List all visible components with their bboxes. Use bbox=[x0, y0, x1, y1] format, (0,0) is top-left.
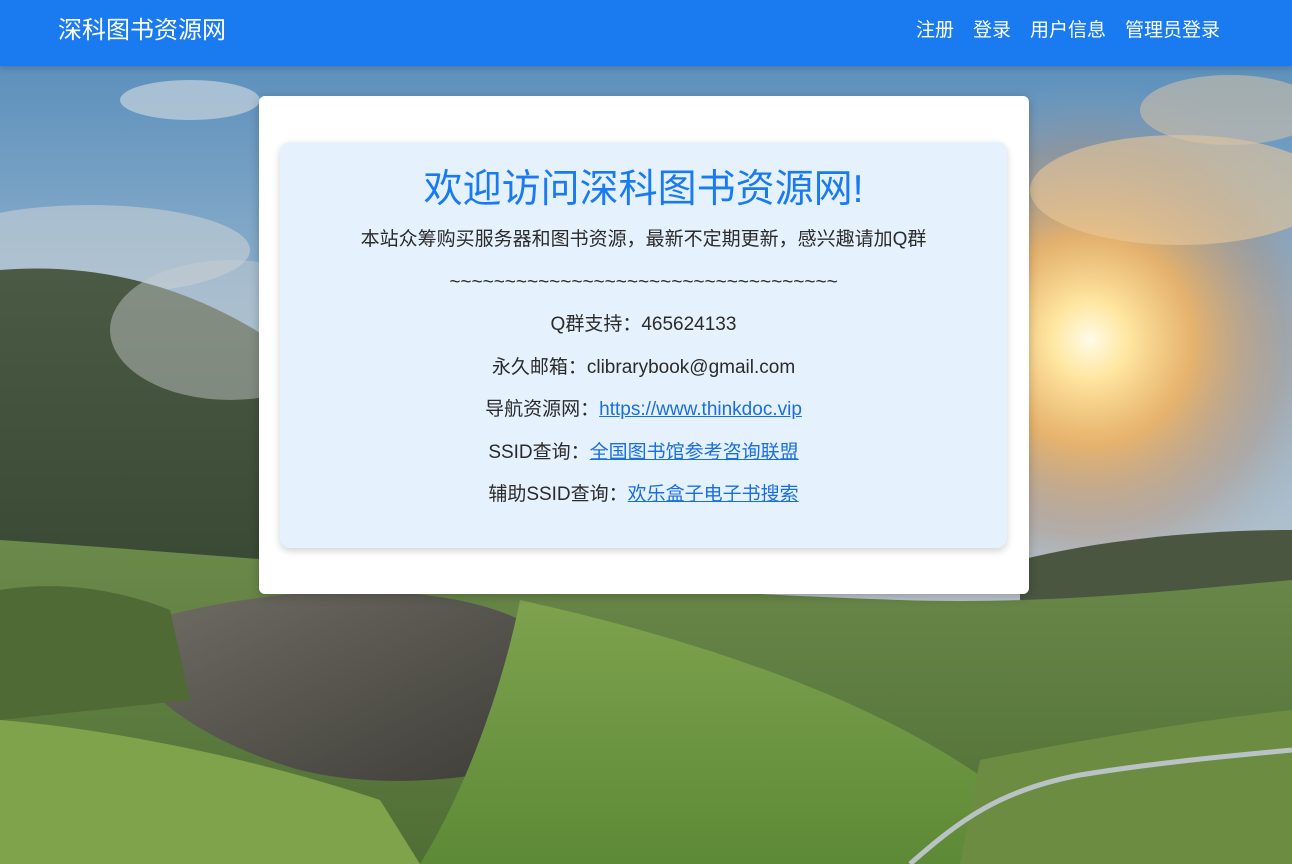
qq-group-line: Q群支持：465624133 bbox=[280, 311, 1007, 339]
main-card: 欢迎访问深科图书资源网! 本站众筹购买服务器和图书资源，最新不定期更新，感兴趣请… bbox=[259, 96, 1029, 594]
nav-site-label: 导航资源网： bbox=[485, 399, 600, 420]
qq-group-label: Q群支持： bbox=[550, 314, 642, 335]
qq-group-value: 465624133 bbox=[641, 314, 737, 335]
navbar: 深科图书资源网 注册 登录 用户信息 管理员登录 bbox=[0, 0, 1292, 66]
email-label: 永久邮箱： bbox=[491, 357, 587, 378]
email-value: clibrarybook@gmail.com bbox=[586, 357, 796, 378]
ssid-aux-label: 辅助SSID查询： bbox=[488, 484, 628, 505]
separator-text: ~~~~~~~~~~~~~~~~~~~~~~~~~~~~~~~~~~~ bbox=[449, 272, 838, 293]
nav-links: 注册 登录 用户信息 管理员登录 bbox=[916, 16, 1220, 46]
welcome-heading: 欢迎访问深科图书资源网! bbox=[423, 168, 864, 211]
nav-site-link[interactable]: https://www.thinkdoc.vip bbox=[599, 399, 802, 420]
ssid-query-link[interactable]: 全国图书馆参考咨询联盟 bbox=[590, 442, 799, 463]
nav-register-link[interactable]: 注册 bbox=[916, 16, 954, 46]
nav-site-line: 导航资源网：https://www.thinkdoc.vip bbox=[280, 396, 1007, 424]
email-line: 永久邮箱：clibrarybook@gmail.com bbox=[280, 354, 1007, 382]
nav-admin-login-link[interactable]: 管理员登录 bbox=[1125, 16, 1220, 46]
brand-link[interactable]: 深科图书资源网 bbox=[58, 15, 226, 47]
ssid-line: SSID查询：全国图书馆参考咨询联盟 bbox=[280, 439, 1007, 467]
ssid-label: SSID查询： bbox=[488, 442, 590, 463]
ssid-aux-link[interactable]: 欢乐盒子电子书搜索 bbox=[628, 484, 799, 505]
welcome-jumbotron: 欢迎访问深科图书资源网! 本站众筹购买服务器和图书资源，最新不定期更新，感兴趣请… bbox=[280, 142, 1007, 548]
nav-user-info-link[interactable]: 用户信息 bbox=[1030, 16, 1106, 46]
page: 深科图书资源网 注册 登录 用户信息 管理员登录 欢迎访问深科图书资源网! 本站… bbox=[0, 0, 1292, 864]
nav-login-link[interactable]: 登录 bbox=[973, 16, 1011, 46]
ssid-aux-line: 辅助SSID查询：欢乐盒子电子书搜索 bbox=[280, 481, 1007, 509]
intro-text: 本站众筹购买服务器和图书资源，最新不定期更新，感兴趣请加Q群 bbox=[360, 229, 927, 250]
